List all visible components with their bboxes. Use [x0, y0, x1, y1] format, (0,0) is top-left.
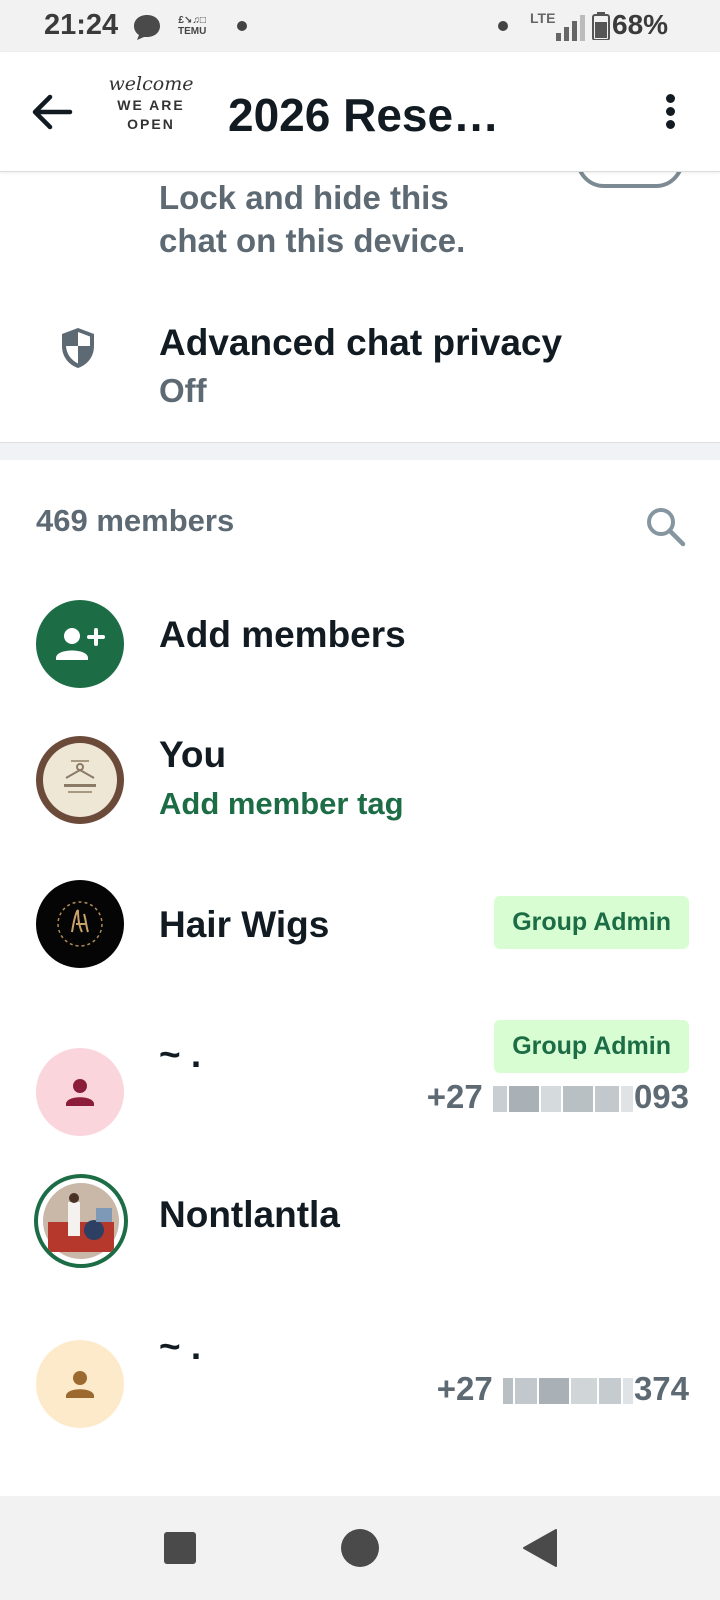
member-phone: +27 374 [436, 1370, 689, 1407]
add-person-icon [36, 600, 124, 688]
status-time: 21:24 [44, 9, 119, 41]
shield-icon [60, 326, 96, 375]
back-button[interactable] [30, 92, 74, 132]
members-count: 469 members [36, 503, 235, 538]
battery-percent: 68% [612, 9, 669, 40]
kebab-menu-icon [665, 94, 675, 103]
temu-notification-icon: £↘♫□ TEMU [178, 15, 207, 37]
search-icon [647, 508, 686, 547]
member-row[interactable]: ~ . +27 374 [0, 1318, 720, 1438]
recent-apps-button[interactable] [158, 1526, 202, 1570]
signal-icon [556, 13, 590, 46]
status-bar: 21:24 £↘♫□ TEMU LTE 68% [0, 0, 720, 52]
member-row[interactable]: Nontlantla [0, 1174, 720, 1294]
triangle-back-icon [523, 1529, 557, 1567]
square-icon [164, 1532, 196, 1564]
group-avatar[interactable]: welcome WE ARE OPEN [104, 72, 198, 156]
member-phone: +27 093 [426, 1078, 689, 1115]
member-name: ~ . [159, 1034, 202, 1075]
privacy-title: Advanced chat privacy [159, 322, 563, 363]
member-row[interactable]: Hair Wigs Group Admin [0, 880, 720, 1000]
default-person-icon [36, 1340, 124, 1428]
privacy-status: Off [159, 372, 207, 409]
member-name: Nontlantla [159, 1194, 340, 1235]
advanced-privacy-setting[interactable]: Advanced chat privacy Off [0, 300, 720, 438]
back-nav-button[interactable] [518, 1526, 562, 1570]
member-row-you[interactable]: You Add member tag [0, 732, 720, 852]
notification-dot-icon [237, 21, 247, 31]
avatar [36, 736, 124, 824]
chat-lock-setting[interactable]: Lock and hide this chat on this device. [0, 172, 720, 282]
avatar [36, 880, 124, 968]
avatar [34, 1174, 128, 1268]
more-options-button[interactable] [660, 94, 680, 134]
system-nav-bar [0, 1496, 720, 1600]
arrow-left-icon [32, 94, 73, 130]
member-name: ~ . [159, 1326, 202, 1367]
chat-lock-toggle[interactable] [576, 172, 684, 188]
member-name: Hair Wigs [159, 904, 330, 945]
battery-icon [592, 12, 610, 45]
notification-dot-icon [498, 21, 508, 31]
add-members-label: Add members [159, 614, 406, 655]
search-members-button[interactable] [645, 506, 687, 553]
network-type: LTE [530, 10, 556, 26]
add-members-row[interactable]: Add members [0, 584, 720, 704]
member-row[interactable]: ~ . Group Admin +27 093 [0, 1020, 720, 1146]
chat-bubble-icon [132, 13, 162, 46]
add-member-tag-link[interactable]: Add member tag [159, 786, 404, 822]
default-person-icon [36, 1048, 124, 1136]
home-button[interactable] [338, 1526, 382, 1570]
circle-icon [341, 1529, 379, 1567]
page-title[interactable]: 2026 Rese… [228, 88, 528, 142]
app-header: welcome WE ARE OPEN 2026 Rese… [0, 52, 720, 172]
group-admin-badge: Group Admin [494, 896, 689, 949]
section-divider [0, 442, 720, 460]
group-admin-badge: Group Admin [494, 1020, 689, 1073]
chat-lock-description: Lock and hide this chat on this device. [159, 179, 466, 259]
member-name: You [159, 734, 227, 775]
